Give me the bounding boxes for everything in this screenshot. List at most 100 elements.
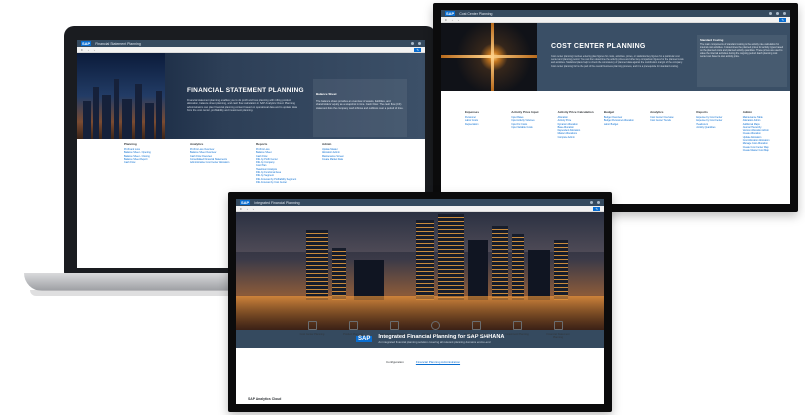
product-subtitle: An integrated financial planning solutio… — [378, 340, 491, 344]
right-monitor-screen: SAP Cost Center Planning ≡ ‹ › ✎ COST CE… — [441, 10, 790, 204]
column-heading: Admin — [322, 142, 332, 146]
hero-description: Financial statement planning enables you… — [187, 99, 297, 113]
configuration-label: Configuration — [386, 360, 404, 364]
column-heading: Activity Price Input — [511, 110, 539, 114]
right-monitor: SAP Cost Center Planning ≡ ‹ › ✎ COST CE… — [433, 3, 798, 212]
tile-label: Cost Center Planning — [299, 333, 325, 336]
nav-link[interactable]: Depreciation — [465, 123, 507, 126]
column-heading: Budget — [603, 110, 615, 114]
planning-tile[interactable]: Product Cost Planning — [419, 321, 451, 339]
nav-link[interactable]: P&L Forecast by Cost Center — [256, 181, 318, 184]
column-heading: Reports — [256, 142, 268, 146]
search-icon[interactable] — [590, 201, 593, 204]
column-heading: Activity Price Calculation — [557, 110, 594, 114]
toolbar-back-icon[interactable]: ‹ — [88, 48, 89, 52]
link-column: Reports Expense by Cost Center Expense by … — [696, 110, 738, 152]
link-column: Admin Update Master Allocation Admin Mainte… — [322, 142, 384, 184]
toolbar-edit-button[interactable]: ✎ — [779, 17, 786, 22]
column-heading: Analytics — [650, 110, 664, 114]
toolbar-forward-icon[interactable]: › — [458, 18, 459, 22]
search-icon[interactable] — [769, 12, 772, 15]
link-column: Admin Maintenance Table Allocation Admin Ad… — [743, 110, 785, 152]
toolbar-menu[interactable]: ≡ — [81, 48, 83, 52]
nav-link[interactable]: Input Variable Costs — [511, 126, 553, 129]
toolbar-edit-button[interactable]: ✎ — [414, 47, 421, 52]
product-icon — [348, 321, 358, 330]
side-panel-title: Standard Costing — [700, 38, 724, 42]
toolbar-menu[interactable]: ≡ — [445, 18, 447, 22]
planning-tile[interactable]: Profitability Planning — [460, 321, 492, 339]
planning-tile[interactable]: Product Planning — [337, 321, 369, 339]
nav-link[interactable]: Cost Center Trends — [650, 119, 692, 122]
link-columns: Planning Profit and Loss Balance Sheet - O… — [124, 142, 384, 184]
hero-side-panel: Balance Sheet The balance sheet provides… — [313, 79, 407, 137]
hero-side-panel: Standard Costing The main components of … — [697, 35, 787, 87]
shell-bar: SAP Integrated Financial Planning — [236, 199, 604, 206]
toolbar-edit-button[interactable]: ✎ — [593, 206, 600, 211]
nav-link[interactable]: Cash Flow — [124, 161, 186, 164]
tile-label: Investment Planning — [505, 333, 529, 336]
user-avatar[interactable] — [783, 12, 786, 15]
user-avatar[interactable] — [418, 42, 421, 45]
sap-logo[interactable]: SAP — [240, 200, 251, 205]
skyline-banner — [236, 212, 604, 330]
material-cost-icon — [389, 321, 399, 330]
tile-label: Material Costs Planning — [380, 333, 408, 336]
column-heading: Analytics — [190, 142, 204, 146]
front-monitor: SAP Integrated Financial Planning ≡ ‹ › … — [228, 192, 612, 412]
financial-statement-icon — [553, 321, 563, 330]
link-column: Reports Profit & Loss Balance Sheet Cash Fl… — [256, 142, 318, 184]
toolbar-menu[interactable]: ≡ — [240, 207, 242, 211]
toolbar-forward-icon[interactable]: › — [253, 207, 254, 211]
column-heading: Reports — [696, 110, 708, 114]
link-column: Expenses Personnel Labor Costs Depreciation — [465, 110, 507, 152]
planning-tiles: Cost Center Planning Product Planning Mate… — [296, 321, 574, 339]
shell-bar: SAP Cost Center Planning — [441, 10, 790, 17]
configuration-row: Configuration Financial Planning Adminis… — [386, 360, 460, 364]
sap-logo[interactable]: SAP — [81, 41, 92, 46]
link-columns: Expenses Personnel Labor Costs Depreciation… — [465, 110, 785, 152]
hero-description: Cost center planning involves entering p… — [551, 55, 684, 68]
toolbar-back-icon[interactable]: ‹ — [452, 18, 453, 22]
window-title: Financial Statement Planning — [95, 41, 141, 46]
search-icon[interactable] — [411, 42, 414, 45]
window-title: Integrated Financial Planning — [254, 200, 300, 205]
planning-tile[interactable]: Cost Center Planning — [296, 321, 328, 339]
hero-banner: COST CENTER PLANNING Cost center plannin… — [441, 23, 790, 91]
product-screenshot-collage: SAP Financial Statement Planning ≡ ‹ › ✎ — [0, 0, 805, 415]
link-column: Activity Price Input Input Rates Input Act… — [511, 110, 553, 152]
link-column: Budget Budget Overview Budget Personnel Al… — [604, 110, 646, 152]
link-column: Activity Price Calculation Allocation Acti… — [558, 110, 600, 152]
product-cost-icon — [430, 321, 440, 330]
link-column: Analytics Profit & Loss Overview Balance S… — [190, 142, 252, 184]
hero-title: COST CENTER PLANNING — [551, 43, 646, 50]
column-heading: Admin — [742, 110, 753, 114]
planning-tile[interactable]: Financial Statement Planning — [542, 321, 574, 339]
column-heading: Planning — [124, 142, 137, 146]
toolbar-back-icon[interactable]: ‹ — [247, 207, 248, 211]
side-panel-text: The balance sheet provides an overview o… — [316, 100, 404, 110]
sap-logo[interactable]: SAP — [445, 11, 456, 16]
nav-link[interactable]: Create Master Cost Map — [743, 149, 785, 152]
planning-tile[interactable]: Material Costs Planning — [378, 321, 410, 339]
column-heading: Expenses — [465, 110, 480, 114]
city-image — [77, 53, 165, 139]
toolbar-forward-icon[interactable]: › — [94, 48, 95, 52]
tile-label: Product Cost Planning — [422, 333, 448, 336]
hero-banner: FINANCIAL STATEMENT PLANNING Financial s… — [77, 53, 425, 139]
nav-link[interactable]: Labor Budget — [604, 123, 646, 126]
nav-link[interactable]: Compare Admin — [558, 136, 600, 139]
footer-label: SAP Analytics Cloud — [248, 397, 282, 401]
financial-planning-administration-link[interactable]: Financial Planning Administration — [416, 360, 460, 364]
cost-center-icon — [307, 321, 317, 330]
laptop-base — [24, 273, 254, 291]
user-avatar[interactable] — [597, 201, 600, 204]
nav-link[interactable]: Create Market Data — [322, 158, 384, 161]
notifications-icon[interactable] — [776, 12, 779, 15]
side-panel-title: Balance Sheet — [316, 92, 337, 96]
nav-link[interactable]: Activity Quantities — [696, 126, 738, 129]
planning-tile[interactable]: Investment Planning — [501, 321, 533, 339]
intersection-image — [441, 23, 537, 91]
hero-title: FINANCIAL STATEMENT PLANNING — [187, 87, 304, 94]
nav-link[interactable]: Administrative Cost Center Allocation — [190, 161, 252, 164]
